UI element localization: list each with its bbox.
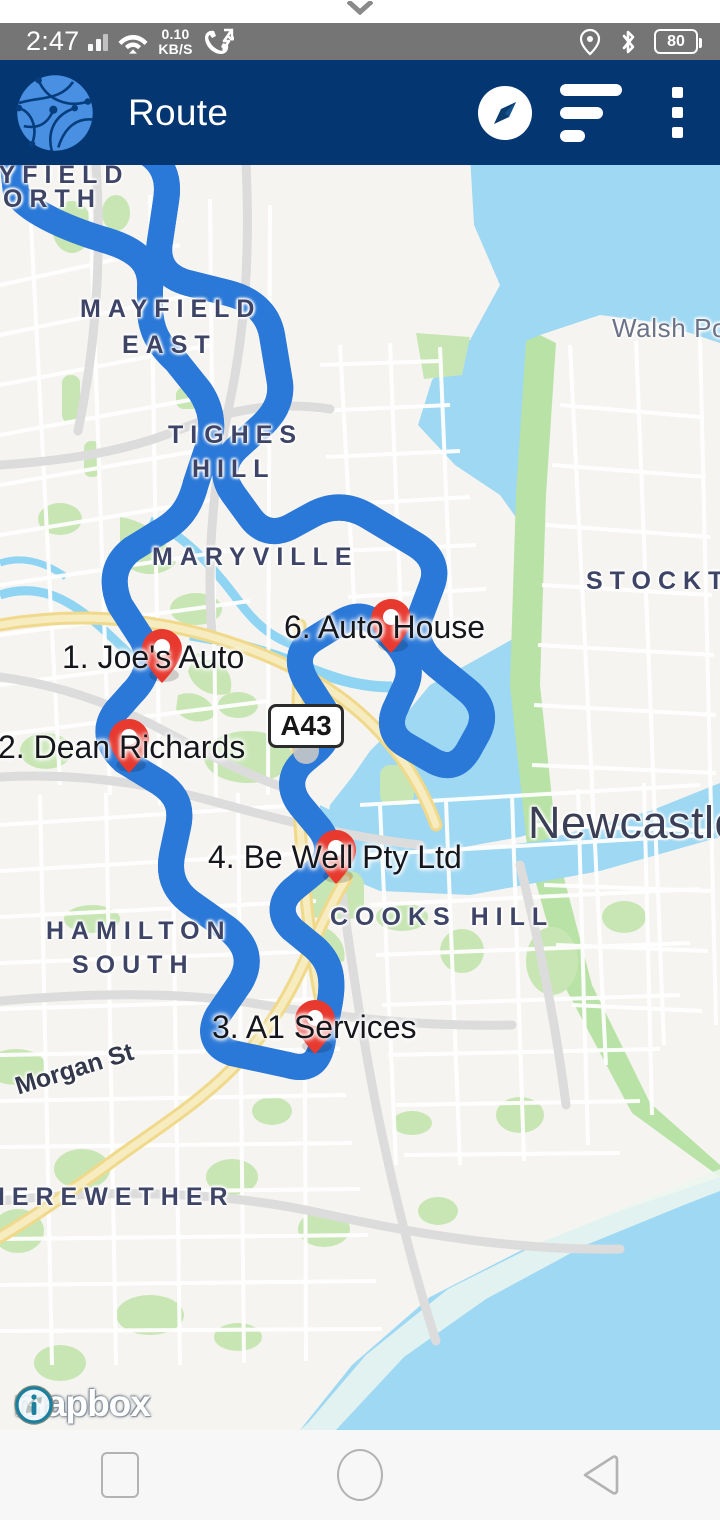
battery-icon: 80	[654, 29, 702, 54]
network-rate-value: 0.10	[161, 26, 190, 43]
page-title: Route	[128, 91, 229, 133]
location-icon	[579, 28, 601, 55]
bluetooth-icon	[622, 30, 635, 53]
compass-button[interactable]	[462, 60, 548, 165]
status-bar-left: 2:47 0.10 KB/S	[0, 27, 234, 56]
road-shield-a43: A43	[268, 704, 344, 748]
square-icon	[101, 1452, 139, 1498]
notch-strip	[0, 0, 720, 23]
triangle-left-icon	[583, 1455, 619, 1495]
nav-back-button[interactable]	[540, 1430, 660, 1520]
overflow-menu-button[interactable]	[634, 60, 720, 165]
sort-icon	[560, 83, 622, 142]
network-rate-unit: KB/S	[158, 40, 193, 57]
map-marker-2[interactable]	[107, 717, 151, 775]
android-nav-bar	[0, 1430, 720, 1520]
wifi-icon	[118, 34, 148, 54]
sort-button[interactable]	[548, 60, 634, 165]
compass-icon	[478, 85, 532, 140]
nav-recents-button[interactable]	[60, 1430, 180, 1520]
map-info-button[interactable]	[14, 1385, 54, 1425]
map-marker-6[interactable]	[369, 597, 413, 655]
map-canvas[interactable]: MAYFIELD NORTH MAYFIELD EAST TIGHES HILL…	[0, 165, 720, 1430]
status-bar-right: 80	[578, 28, 720, 56]
app-bar: Route	[0, 60, 720, 165]
map-attribution: mapbox	[14, 1385, 151, 1425]
data-transfer-icon	[204, 28, 234, 54]
battery-level: 80	[667, 32, 685, 50]
map-marker-3[interactable]	[293, 998, 337, 1056]
status-bar: 2:47 0.10 KB/S 80	[0, 23, 720, 60]
app-bar-actions	[462, 60, 720, 165]
map-marker-1[interactable]	[140, 627, 184, 685]
map-marker-4[interactable]	[314, 828, 358, 886]
network-rate-indicator: 0.10 KB/S	[158, 27, 192, 56]
map-basemap	[0, 165, 720, 1430]
app-logo-globe	[15, 74, 93, 151]
chevron-down-icon	[347, 1, 373, 15]
status-clock: 2:47	[26, 26, 80, 56]
more-vert-icon	[671, 87, 683, 138]
circle-icon	[337, 1449, 383, 1501]
nav-home-button[interactable]	[300, 1430, 420, 1520]
signal-bars-icon	[88, 32, 109, 51]
